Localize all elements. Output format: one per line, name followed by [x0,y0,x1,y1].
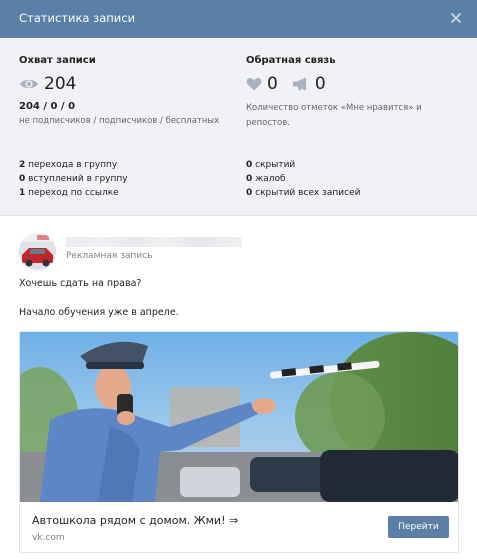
card-footer: Автошкола рядом с домом. Жми! ⇒ vk.com П… [20,502,458,552]
author-name-blurred [66,237,242,247]
list-item-label: перехода в группу [25,160,118,170]
card-title[interactable]: Автошкола рядом с домом. Жми! ⇒ [32,514,238,527]
post-text-line-1: Хочешь сдать на права? [19,278,142,289]
reach-count: 204 [44,74,77,94]
megaphone-icon [292,77,306,91]
feedback-desc: Количество отметок «Мне нравится» и репо… [246,103,422,128]
list-item: 0 скрытий [246,158,360,172]
feedback-title: Обратная связь [246,55,336,66]
ad-post: Рекламная запись Хочешь сдать на права? … [0,216,477,560]
list-item-label: переход по ссылке [25,188,119,198]
list-item-label: скрытий всех записей [252,188,361,198]
list-item: 0 скрытий всех записей [246,186,360,200]
card-domain: vk.com [32,533,65,543]
list-item: 0 жалоб [246,172,360,186]
list-item-label: вступлений в группу [25,174,128,184]
post-text-line-2: Начало обучения уже в апреле. [19,307,179,318]
close-icon[interactable] [447,9,465,27]
reach-count-row: 204 [19,72,76,96]
modal-header: Статистика записи [0,0,477,38]
stats-panel: Охват записи 204 204 / 0 / 0 не подписчи… [0,38,477,216]
avatar[interactable] [19,233,56,270]
left-stats-list: 2 перехода в группу 0 вступлений в групп… [19,158,128,200]
reach-breakdown: 204 / 0 / 0 [19,101,76,112]
heart-icon [246,78,262,91]
card-image[interactable] [20,332,459,502]
reposts-count: 0 [314,74,326,94]
reach-title: Охват записи [19,55,96,66]
feedback-count-row: 0 0 [246,72,340,96]
list-item: 0 вступлений в группу [19,172,128,186]
reach-breakdown-desc: не подписчиков / подписчиков / бесплатны… [19,116,220,126]
go-button[interactable]: Перейти [388,516,449,538]
list-item: 2 перехода в группу [19,158,128,172]
right-stats-list: 0 скрытий 0 жалоб 0 скрытий всех записей [246,158,360,200]
list-item-label: жалоб [252,174,286,184]
eye-icon [20,79,38,89]
ad-label: Рекламная запись [66,251,153,261]
likes-count: 0 [267,74,278,94]
link-card[interactable]: Автошкола рядом с домом. Жми! ⇒ vk.com П… [19,331,459,553]
list-item-label: скрытий [252,160,296,170]
list-item: 1 переход по ссылке [19,186,128,200]
modal-title: Статистика записи [19,11,136,25]
